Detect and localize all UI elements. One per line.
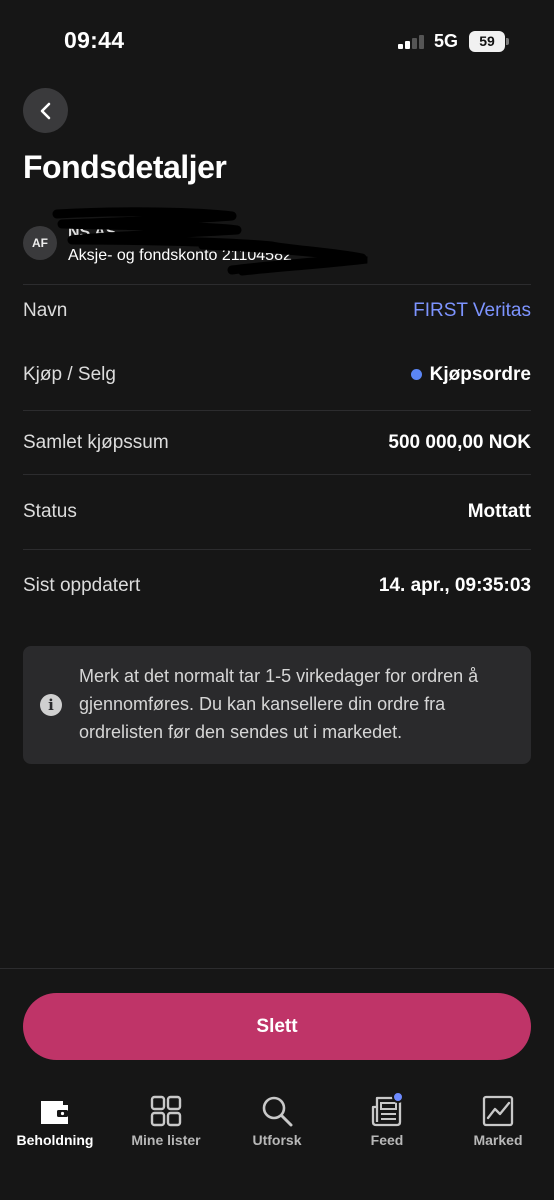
detail-label: Status: [23, 501, 77, 522]
detail-row-side: Kjøp / Selg Kjøpsordre: [23, 360, 531, 390]
delete-button[interactable]: Slett: [23, 993, 531, 1060]
nav-label: Mine lister: [131, 1132, 201, 1148]
order-type-dot: [410, 369, 422, 381]
nav-item-feed[interactable]: Feed: [332, 1086, 442, 1152]
divider: [23, 549, 531, 550]
page-title: Fondsdetaljer: [23, 149, 227, 185]
back-button[interactable]: [23, 88, 68, 133]
wallet-icon: [41, 1101, 68, 1124]
status-time: 09:44: [64, 27, 125, 53]
nav-label: Beholdning: [16, 1132, 94, 1148]
network-label: 5G: [434, 31, 459, 51]
order-type-value: Kjøpsordre: [410, 364, 531, 386]
redaction-scribble: [52, 207, 368, 276]
info-icon: i: [40, 694, 62, 716]
chevron-left-icon: [40, 102, 50, 119]
battery-tip: [506, 38, 509, 45]
grid-icon: [150, 1095, 182, 1127]
fund-name-link[interactable]: FIRST Veritas: [413, 300, 531, 322]
detail-label: Samlet kjøpssum: [23, 432, 169, 453]
detail-row-status: Status Mottatt: [23, 497, 531, 527]
divider: [23, 474, 531, 475]
updated-value: 14. apr., 09:35:03: [378, 575, 531, 596]
chart-icon: [482, 1095, 514, 1127]
battery-icon: 59: [469, 31, 505, 52]
feed-notification-badge: [392, 1091, 404, 1103]
nav-item-utforsk[interactable]: Utforsk: [222, 1086, 332, 1152]
amount-value: 500 000,00 NOK: [388, 432, 531, 453]
detail-label: Navn: [23, 300, 68, 321]
nav-item-beholdning[interactable]: Beholdning: [0, 1086, 110, 1152]
bottom-nav: Beholdning Mine lister Utforsk Feed Mark…: [0, 1086, 554, 1156]
detail-row-name: Navn FIRST Veritas: [23, 296, 531, 326]
info-box: i Merk at det normalt tar 1-5 virkedager…: [23, 646, 531, 764]
nav-item-marked[interactable]: Marked: [443, 1086, 553, 1152]
detail-label: Kjøp / Selg: [23, 364, 116, 385]
order-type-text: Kjøpsordre: [429, 364, 531, 385]
detail-row-updated: Sist oppdatert 14. apr., 09:35:03: [23, 571, 531, 601]
nav-label: Marked: [473, 1132, 523, 1148]
status-value: Mottatt: [467, 501, 531, 522]
status-bar: 09:44 5G 59: [0, 0, 554, 80]
detail-label: Sist oppdatert: [23, 575, 141, 596]
nav-item-mine-lister[interactable]: Mine lister: [111, 1086, 221, 1152]
search-icon: [262, 1096, 293, 1127]
nav-label: Utforsk: [252, 1132, 302, 1148]
info-text: Merk at det normalt tar 1-5 virkedager f…: [79, 666, 479, 742]
divider: [23, 410, 531, 411]
nav-label: Feed: [370, 1132, 404, 1148]
signal-icon: [398, 35, 426, 49]
divider: [23, 284, 531, 285]
divider: [0, 968, 554, 969]
detail-row-amount: Samlet kjøpssum 500 000,00 NOK: [23, 428, 531, 458]
